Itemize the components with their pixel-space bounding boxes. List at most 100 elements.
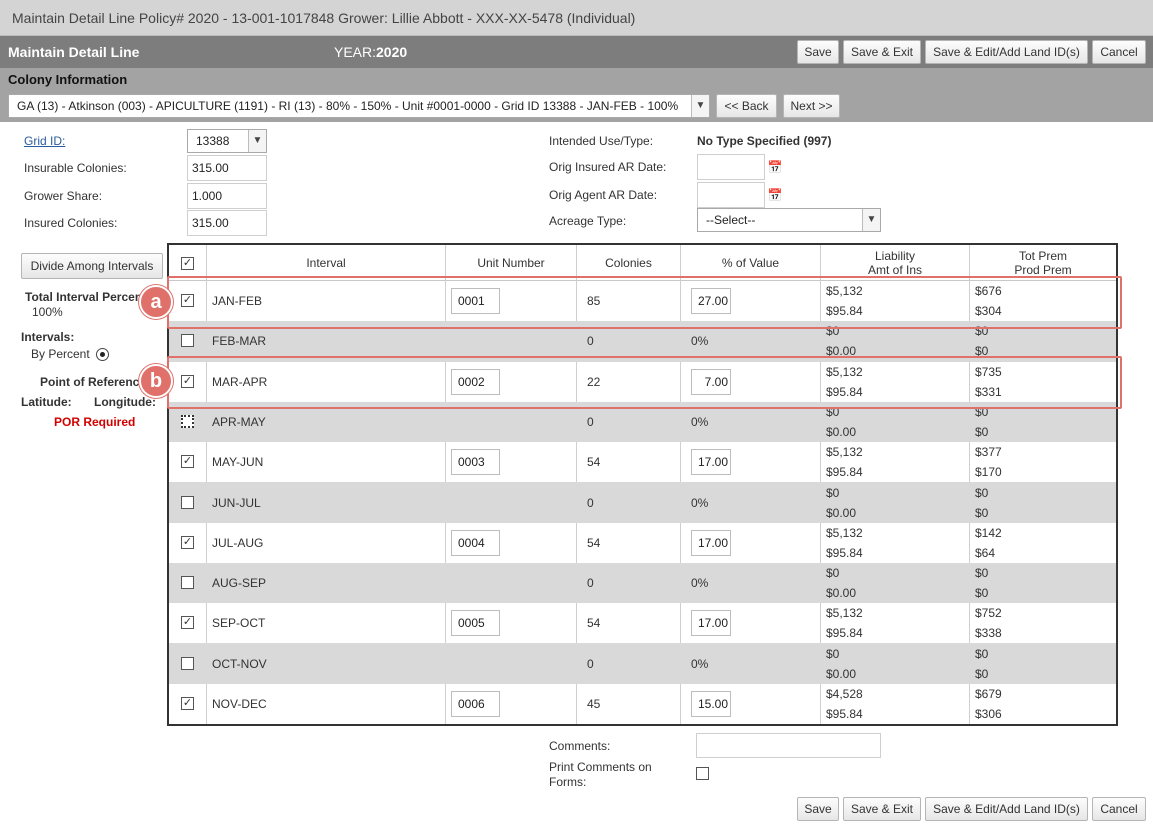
row-checkbox[interactable]: ✓ [181,616,194,630]
save-button-bottom[interactable]: Save [797,797,839,821]
interval-cell: NOV-DEC [207,684,446,724]
callout-a-highlight [167,276,1122,329]
percent-of-value-input[interactable]: 17.00 [691,610,731,637]
percent-of-value-input[interactable]: 15.00 [691,691,731,717]
row-checkbox[interactable] [181,656,194,670]
por-required-text: POR Required [54,415,136,429]
insurable-colonies-input[interactable]: 315.00 [187,155,267,181]
colonies-value: 0 [587,656,594,671]
by-percent-label: By Percent [31,347,90,361]
total-premium-value: $142 [975,525,1002,540]
cancel-button[interactable]: Cancel [1092,40,1146,64]
next-button[interactable]: Next >> [783,94,840,118]
premium-cell: $142 $64 [970,523,1116,563]
table-row: ✓ NOV-DEC 0006 45 15.00 $4,528 $95.84 $679 $306 [169,684,1116,724]
colonies-cell: 54 [577,522,681,563]
unit-number-input[interactable]: 0003 [451,449,500,476]
page-title: Maintain Detail Line [8,44,140,60]
row-checkbox[interactable] [181,414,194,428]
grid-id-link[interactable]: Grid ID: [24,134,65,148]
grid-id-select[interactable]: 13388 ▼ [187,129,267,153]
save-button[interactable]: Save [797,40,839,64]
insured-colonies-input[interactable]: 315.00 [187,210,267,236]
divide-among-intervals-button[interactable]: Divide Among Intervals [21,253,163,279]
unit-number-input[interactable]: 0005 [451,610,500,637]
cancel-button-bottom[interactable]: Cancel [1092,797,1146,821]
save-exit-button-bottom[interactable]: Save & Exit [843,797,921,821]
row-checkbox[interactable]: ✓ [181,697,194,710]
total-premium-value: $0 [975,485,989,500]
premium-lines: $0 $0 [975,563,988,603]
comments-input[interactable] [696,733,881,758]
header-premium-line1: Tot Prem [1018,249,1067,263]
liability-lines: $0 $0.00 [826,563,856,603]
percent-of-value-input[interactable]: 17.00 [691,529,731,556]
percent-of-value-input[interactable]: 17.00 [691,449,731,476]
unit-number-cell: 0004 [446,522,577,563]
acreage-type-select[interactable]: --Select-- ▼ [697,208,881,232]
callout-b-badge: b [139,364,173,398]
total-premium-value: $752 [975,606,1002,621]
percent-of-value-text: 0% [691,334,709,349]
grower-share-input[interactable]: 1.000 [187,183,267,209]
producer-premium-value: $170 [975,465,1002,480]
by-percent-radio[interactable] [96,348,109,361]
premium-lines: $752 $338 [975,603,1002,643]
premium-lines: $142 $64 [975,523,1002,563]
print-comments-checkbox[interactable] [696,767,709,780]
row-checkbox[interactable] [181,334,194,348]
back-button[interactable]: << Back [716,94,777,118]
unit-number-input[interactable]: 0006 [451,691,500,717]
table-row: ✓ SEP-OCT 0005 54 17.00 $5,132 $95.84 $752 $338 [169,603,1116,644]
unit-number-cell [446,644,577,684]
row-select-cell [169,483,207,523]
row-select-cell [169,644,207,684]
premium-cell: $377 $170 [970,442,1116,482]
row-checkbox[interactable] [181,576,194,590]
orig-insured-ar-date-input[interactable] [697,154,765,180]
liability-lines: $5,132 $95.84 [826,442,863,482]
longitude-label: Longitude: [94,395,156,409]
producer-premium-value: $0 [975,424,989,439]
save-edit-land-button-bottom[interactable]: Save & Edit/Add Land ID(s) [925,797,1088,821]
row-checkbox[interactable]: ✓ [181,535,194,549]
header-premium-line2: Prod Prem [1014,263,1072,277]
row-checkbox[interactable]: ✓ [181,455,194,469]
liability-cell: $0 $0.00 [821,563,970,603]
total-premium-value: $679 [975,687,1002,701]
calendar-icon[interactable]: 📅 [766,186,784,204]
percent-of-value-cell: 0% [681,483,821,523]
window-title: Maintain Detail Line Policy# 2020 - 13-0… [0,0,1153,36]
orig-insured-ar-date-label: Orig Insured AR Date: [549,160,667,174]
amount-of-insurance-value: $0.00 [826,666,857,681]
save-exit-button[interactable]: Save & Exit [843,40,921,64]
grid-id-value: 13388 [196,134,230,148]
colonies-value: 54 [587,535,601,550]
select-all-checkbox[interactable]: ✓ [181,256,194,270]
print-comments-label-line1: Print Comments on [549,760,652,774]
acreage-type-value: --Select-- [706,213,756,227]
percent-of-value-cell: 17.00 [681,522,821,563]
liability-value: $4,528 [826,687,863,701]
interval-name: OCT-NOV [212,656,267,671]
row-select-cell [169,563,207,603]
calendar-icon[interactable]: 📅 [766,158,784,176]
interval-name: JUL-AUG [212,535,264,550]
colonies-value: 45 [587,697,601,711]
orig-agent-ar-date-input[interactable] [697,182,765,208]
percent-of-value-cell: 0% [681,644,821,684]
row-select-cell: ✓ [169,442,207,483]
save-edit-land-button[interactable]: Save & Edit/Add Land ID(s) [925,40,1088,64]
unit-number-input[interactable]: 0004 [451,529,500,556]
year-value: 2020 [376,44,408,60]
colony-information-bar: Colony Information GA (13) - Atkinson (0… [0,68,1153,122]
header-liability-line1: Liability [874,249,916,263]
colony-select[interactable]: GA (13) - Atkinson (003) - APICULTURE (1… [8,94,710,118]
interval-name: MAY-JUN [212,455,264,470]
amount-of-insurance-value: $95.84 [826,545,863,560]
callout-a-badge: a [139,285,173,319]
comments-label: Comments: [549,739,611,753]
row-checkbox[interactable] [181,495,194,509]
liability-value: $0 [826,646,840,661]
total-premium-value: $377 [975,445,1002,460]
